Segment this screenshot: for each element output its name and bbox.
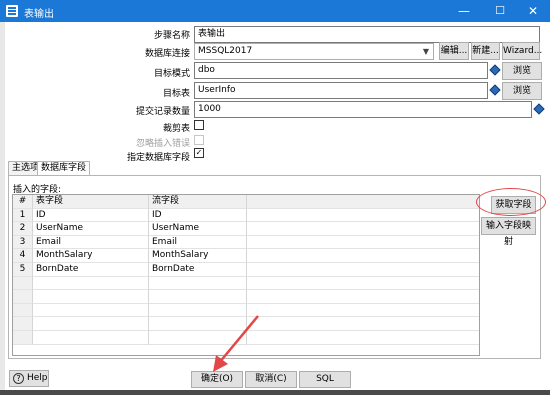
filler-cell (247, 209, 479, 223)
help-label: Help (27, 373, 48, 383)
ignore-errors-label: 忽略插入错误 (135, 139, 190, 149)
row-index: 4 (13, 249, 33, 263)
browse-table-button[interactable]: 浏览(B)... (502, 82, 542, 112)
column-header-filler (247, 195, 479, 209)
table-row[interactable]: 4 MonthSalary MonthSalary (13, 249, 479, 263)
filler-cell (247, 236, 479, 250)
commit-size-label: 提交记录数量 (135, 107, 190, 117)
stream-field-cell (149, 331, 247, 345)
filler-cell (247, 263, 479, 277)
sql-button[interactable]: SQL (299, 371, 351, 388)
annotation-ellipse (476, 188, 546, 216)
row-index (13, 317, 33, 331)
new-connection-button[interactable]: 新建... (471, 42, 500, 60)
filler-cell (247, 317, 479, 331)
table-row-empty (13, 276, 479, 291)
row-index: 3 (13, 235, 33, 250)
target-table-input[interactable]: UserInfo (194, 82, 488, 99)
table-row-empty (13, 290, 479, 304)
background-window-edge (0, 22, 5, 395)
variable-icon (533, 103, 545, 115)
stream-field-cell (149, 290, 247, 304)
cancel-button[interactable]: 取消(C) (245, 371, 297, 388)
row-index (13, 290, 33, 304)
stream-field-cell[interactable]: UserName (149, 222, 247, 236)
stream-field-cell (149, 317, 247, 331)
table-field-cell (33, 290, 149, 304)
stream-field-cell[interactable]: ID (149, 208, 247, 223)
connection-value: MSSQL2017 (198, 46, 253, 56)
row-index: 5 (13, 263, 33, 277)
table-field-cell (33, 276, 149, 291)
target-schema-label: 目标模式 (153, 69, 190, 79)
stream-field-cell[interactable]: BornDate (149, 263, 247, 277)
minimize-button[interactable]: — (446, 0, 482, 22)
table-field-cell (33, 331, 149, 345)
filler-cell (247, 222, 479, 236)
close-button[interactable]: ✕ (516, 0, 550, 22)
row-index (13, 276, 33, 291)
table-row-empty (13, 317, 479, 331)
input-field-mapping-button[interactable]: 输入字段映射 (481, 217, 536, 247)
table-row-empty (13, 303, 479, 318)
column-header-stream-field[interactable]: 流字段 (149, 195, 247, 209)
wizard-button[interactable]: Wizard... (502, 42, 542, 60)
table-field-cell[interactable]: ID (33, 208, 149, 223)
target-schema-input[interactable]: dbo (194, 62, 488, 79)
row-index (13, 303, 33, 318)
table-row[interactable]: 1 ID ID (13, 208, 479, 223)
filler-cell (247, 277, 479, 291)
table-row[interactable]: 2 UserName UserName (13, 222, 479, 236)
chevron-down-icon: ▼ (422, 47, 429, 56)
stream-field-cell (149, 276, 247, 291)
window-title: 表输出 (24, 9, 54, 20)
column-header-table-field[interactable]: 表字段 (33, 195, 149, 209)
target-table-label: 目标表 (162, 89, 190, 99)
variable-icon (489, 84, 501, 96)
table-row[interactable]: 5 BornDate BornDate (13, 263, 479, 277)
fields-table: # 表字段 流字段 1 ID ID 2 UserName UserName 3 … (12, 194, 480, 356)
step-name-label: 步骤名称 (153, 31, 190, 41)
stream-field-cell (149, 303, 247, 318)
row-index: 1 (13, 208, 33, 223)
help-button[interactable]: ? Help (9, 370, 49, 387)
stream-field-cell[interactable]: MonthSalary (149, 249, 247, 263)
table-field-cell[interactable]: BornDate (33, 263, 149, 277)
specify-fields-checkbox[interactable]: ✓ (194, 148, 204, 158)
edit-connection-button[interactable]: 编辑... (439, 42, 469, 60)
column-header-index: # (13, 195, 33, 209)
ok-button[interactable]: 确定(O) (191, 371, 243, 388)
table-row[interactable]: 3 Email Email (13, 235, 479, 250)
stream-field-cell[interactable]: Email (149, 235, 247, 250)
connection-select[interactable]: MSSQL2017 ▼ (194, 43, 434, 60)
filler-cell (247, 304, 479, 318)
table-row-empty (13, 331, 479, 345)
help-icon: ? (13, 373, 24, 384)
browse-schema-button[interactable]: 浏览(B)... (502, 62, 542, 92)
variable-icon (489, 64, 501, 76)
maximize-button[interactable]: ☐ (482, 0, 518, 22)
filler-cell (247, 331, 479, 345)
commit-size-input[interactable]: 1000 (194, 101, 532, 118)
filler-cell (247, 290, 479, 304)
taskbar-strip (0, 390, 550, 395)
table-header-row: # 表字段 流字段 (13, 195, 479, 209)
table-field-cell[interactable]: Email (33, 235, 149, 250)
table-field-cell (33, 317, 149, 331)
tab-database-fields[interactable]: 数据库字段 (37, 161, 91, 175)
row-index: 2 (13, 222, 33, 236)
table-field-cell (33, 303, 149, 318)
title-bar: 表输出 — ☐ ✕ (0, 0, 550, 22)
ignore-errors-checkbox[interactable] (194, 135, 204, 145)
table-field-cell[interactable]: UserName (33, 222, 149, 236)
table-field-cell[interactable]: MonthSalary (33, 249, 149, 263)
specify-fields-label: 指定数据库字段 (126, 153, 190, 163)
step-name-input[interactable]: 表输出 (194, 26, 540, 43)
row-index (13, 331, 33, 345)
truncate-table-label: 裁剪表 (162, 124, 190, 134)
filler-cell (247, 249, 479, 263)
app-icon (6, 5, 18, 17)
connection-label: 数据库连接 (144, 49, 190, 59)
truncate-table-checkbox[interactable] (194, 120, 204, 130)
